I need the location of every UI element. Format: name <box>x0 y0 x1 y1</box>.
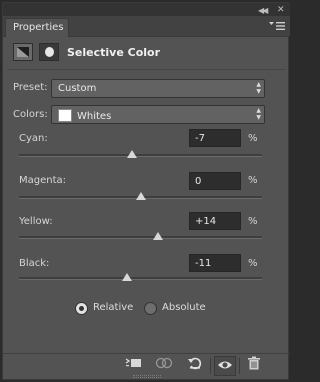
black-value-field[interactable]: -11 <box>189 254 241 272</box>
color-swatch <box>58 109 72 122</box>
visibility-glyph-icon <box>218 361 232 369</box>
yellow-label: Yellow: <box>19 216 53 227</box>
black-label: Black: <box>19 258 50 269</box>
cyan-slider-track[interactable] <box>19 150 262 158</box>
bottom-toolbar <box>3 353 290 377</box>
properties-header: Selective Color <box>3 38 290 68</box>
black-unit: % <box>248 258 258 269</box>
preset-label: Preset: <box>13 82 48 93</box>
layer-mask-icon[interactable] <box>39 43 59 61</box>
properties-panel: ◀◀ ✕ Properties Selective Color Preset: … <box>2 2 290 380</box>
tab-bar: Properties <box>3 16 290 37</box>
panel-menu-icon[interactable] <box>269 21 285 31</box>
view-previous-state-icon[interactable] <box>153 356 175 376</box>
clip-glyph-icon <box>125 358 141 367</box>
toolbar-divider <box>210 358 211 374</box>
method-radio-group: Relative Absolute <box>3 301 290 321</box>
colors-value: Whites <box>77 111 112 122</box>
resize-grip[interactable] <box>133 375 161 378</box>
tab-properties-label: Properties <box>13 22 64 33</box>
selective-color-adjustment-icon[interactable] <box>13 43 33 61</box>
magenta-value-field[interactable]: 0 <box>189 172 241 190</box>
toolbar-divider <box>239 358 240 374</box>
eye-icon[interactable] <box>214 356 236 376</box>
absolute-radio[interactable] <box>144 302 157 315</box>
clip-to-layer-icon[interactable] <box>123 356 145 376</box>
close-panel-icon[interactable]: ✕ <box>277 5 285 15</box>
reset-glyph-icon <box>188 357 202 370</box>
cyan-value-field[interactable]: -7 <box>189 129 241 147</box>
relative-label[interactable]: Relative <box>93 302 133 313</box>
tab-properties[interactable]: Properties <box>5 18 69 37</box>
relative-radio[interactable] <box>75 302 88 315</box>
absolute-label[interactable]: Absolute <box>162 302 206 313</box>
black-slider-thumb[interactable] <box>122 273 133 281</box>
selective-color-glyph-icon <box>17 47 29 57</box>
divider <box>7 69 286 70</box>
yellow-slider-track[interactable] <box>19 232 262 240</box>
preset-dropdown[interactable]: Custom ▲ ▼ <box>51 79 265 98</box>
panel-top-strip: ◀◀ ✕ <box>3 3 290 16</box>
dropdown-arrows-icon: ▲ ▼ <box>256 107 261 121</box>
adjustment-title: Selective Color <box>67 46 161 59</box>
yellow-unit: % <box>248 216 258 227</box>
trash-glyph-icon <box>248 356 260 370</box>
magenta-label: Magenta: <box>19 175 67 186</box>
magenta-slider-thumb[interactable] <box>135 192 146 200</box>
colors-label: Colors: <box>13 109 48 120</box>
trash-icon[interactable] <box>243 356 265 376</box>
magenta-unit: % <box>248 175 258 186</box>
preset-value: Custom <box>58 83 97 94</box>
yellow-slider-thumb[interactable] <box>152 232 163 240</box>
magenta-slider-track[interactable] <box>19 192 262 200</box>
colors-dropdown[interactable]: Whites ▲ ▼ <box>51 105 265 124</box>
cyan-slider-thumb[interactable] <box>126 150 137 158</box>
black-slider-track[interactable] <box>19 273 262 281</box>
reset-icon[interactable] <box>184 356 206 376</box>
cyan-label: Cyan: <box>19 133 48 144</box>
yellow-value-field[interactable]: +14 <box>189 212 241 230</box>
collapse-panel-icon[interactable]: ◀◀ <box>258 6 268 15</box>
view-previous-glyph-icon <box>155 357 173 369</box>
dropdown-arrows-icon: ▲ ▼ <box>256 81 261 95</box>
cyan-unit: % <box>248 133 258 144</box>
